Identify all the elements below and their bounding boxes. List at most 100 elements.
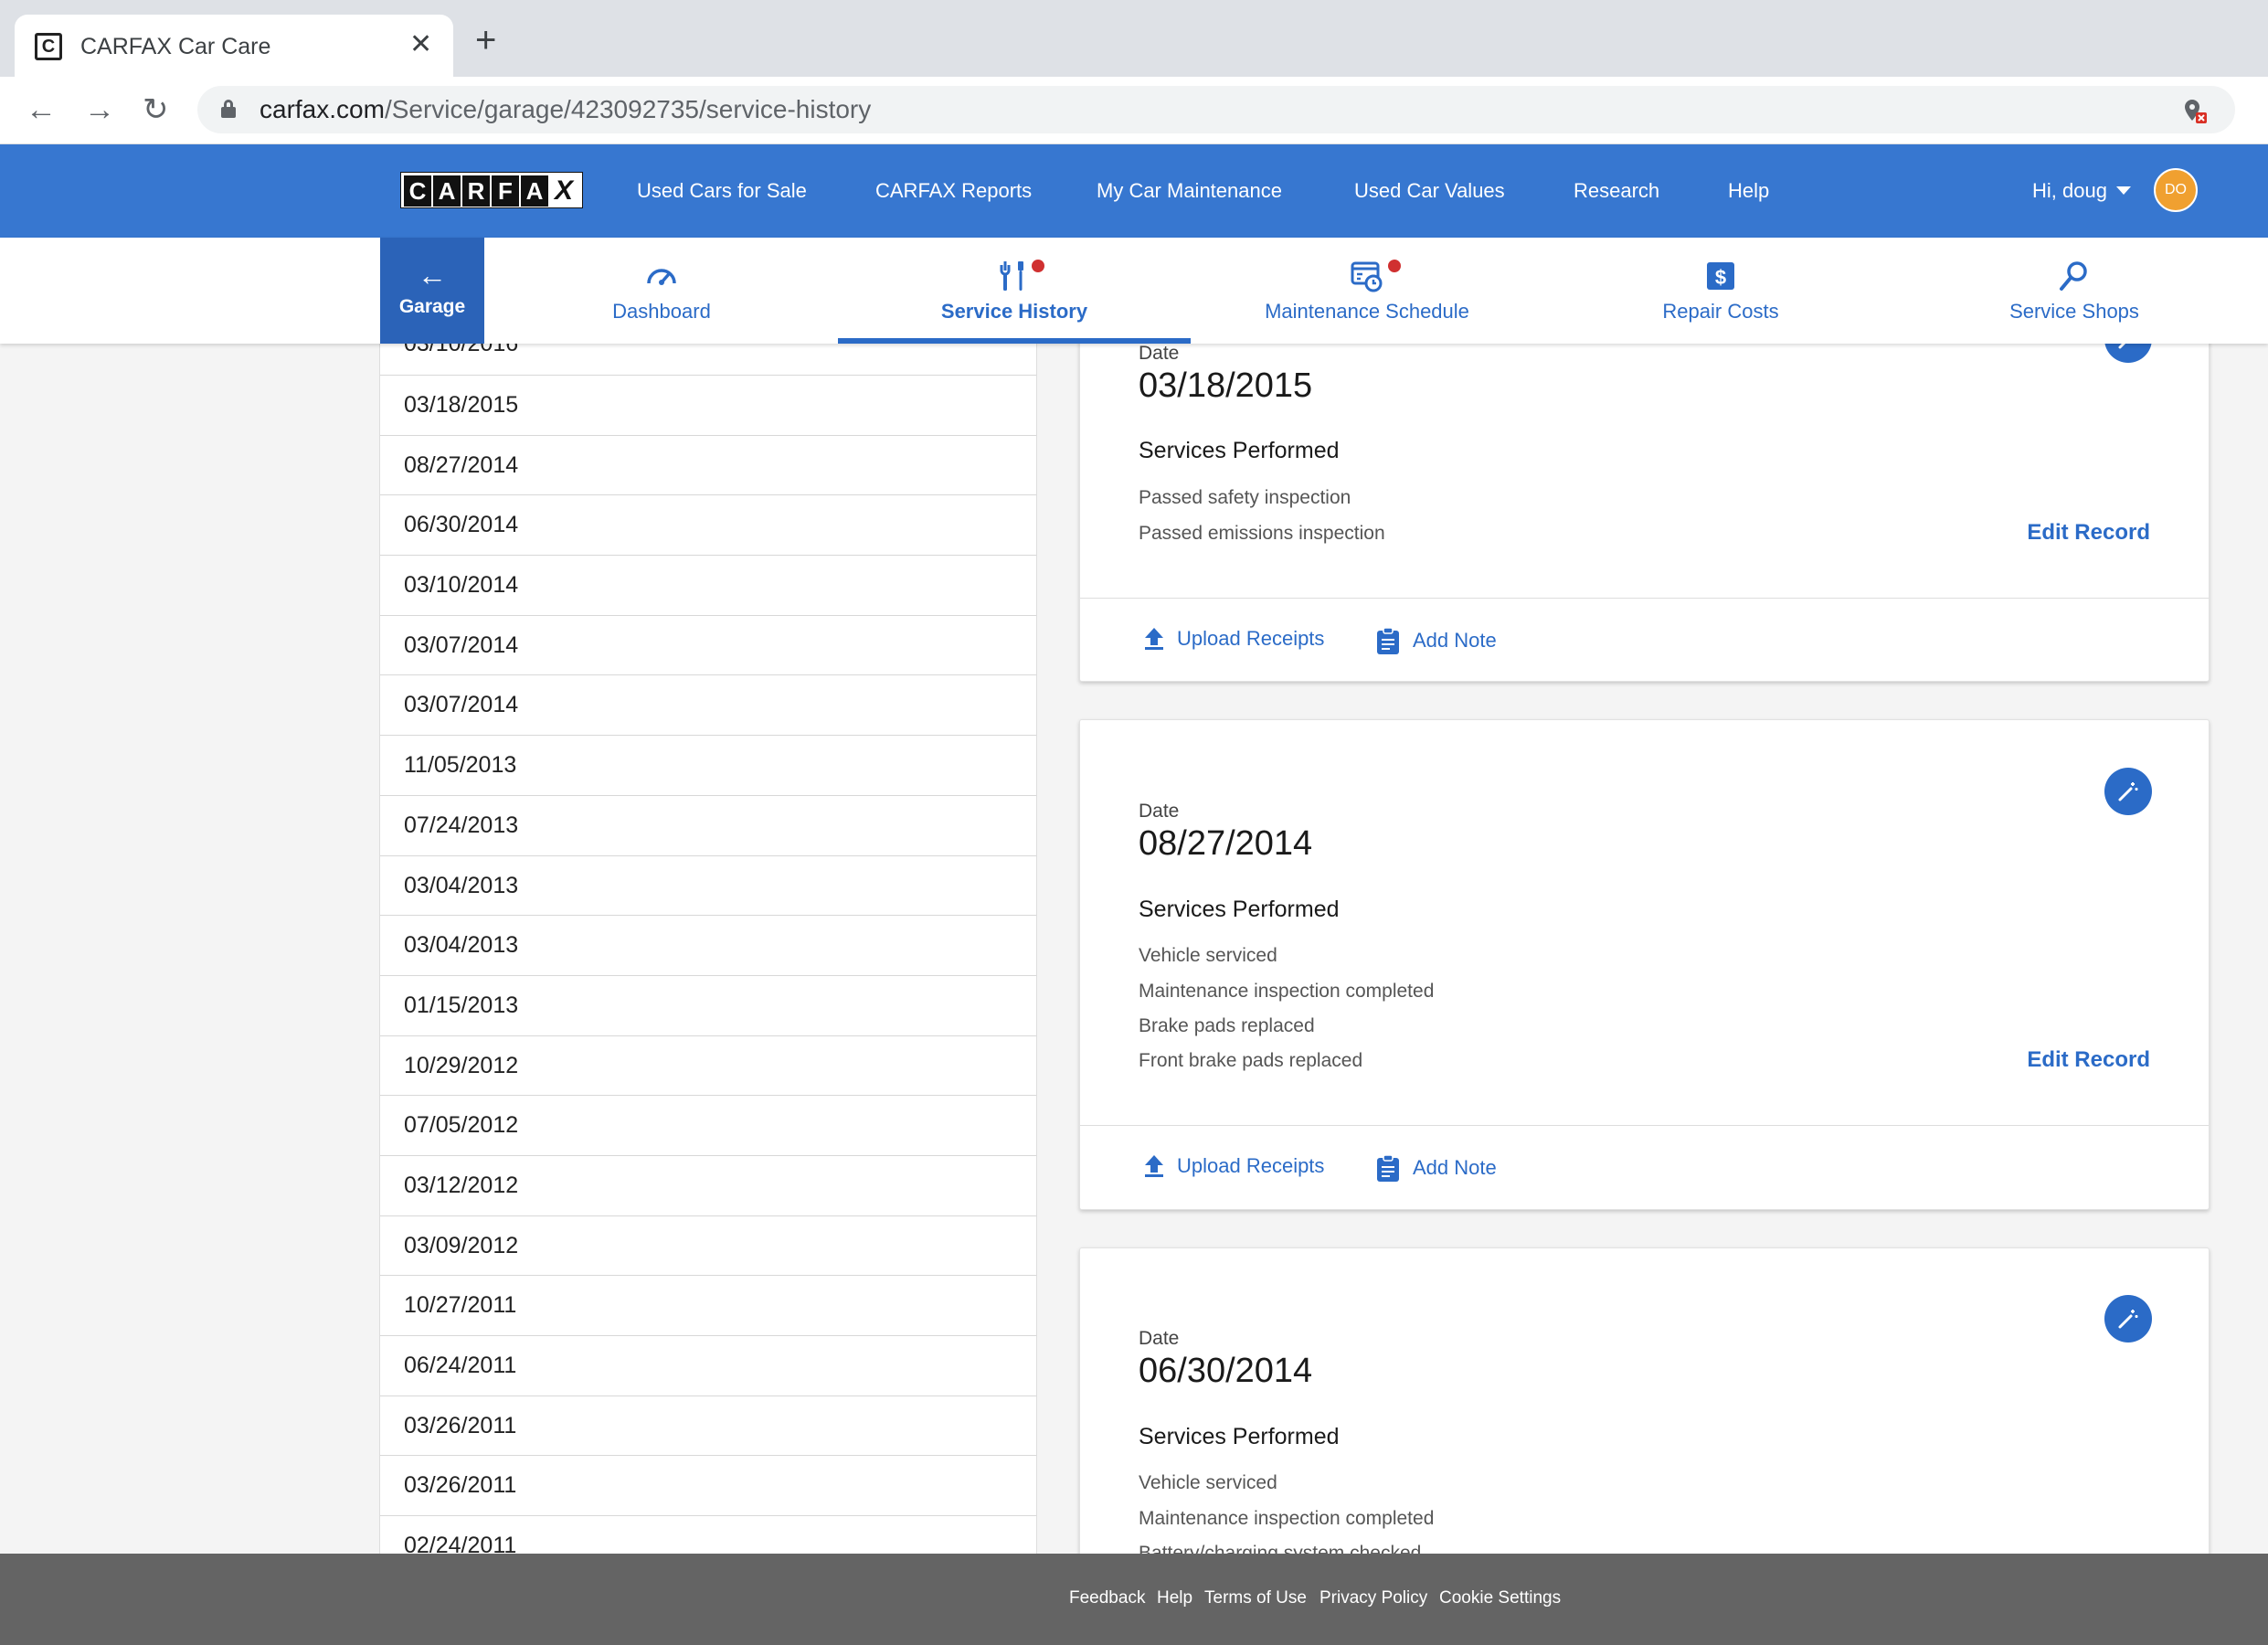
list-item[interactable]: 08/27/2014 <box>380 436 1036 496</box>
user-greeting[interactable]: Hi, doug <box>2032 177 2107 205</box>
clipboard-icon <box>1377 627 1399 654</box>
url-text[interactable]: carfax.com/Service/garage/423092735/serv… <box>260 94 871 125</box>
list-item[interactable]: 01/15/2013 <box>380 976 1036 1036</box>
tab-title: CARFAX Car Care <box>80 34 271 59</box>
tab-dashboard[interactable]: Dashboard <box>485 238 838 344</box>
dollar-icon: $ <box>1707 262 1734 290</box>
nav-carfax-reports[interactable]: CARFAX Reports <box>875 177 1032 205</box>
nav-research[interactable]: Research <box>1574 177 1659 205</box>
service-item: Maintenance inspection completed <box>1139 981 1435 1002</box>
schedule-icon <box>1351 261 1383 292</box>
tab-maintenance-schedule[interactable]: Maintenance Schedule <box>1191 238 1543 344</box>
browser-toolbar: ← → ↻ carfax.com/Service/garage/42309273… <box>0 77 2268 144</box>
footer-cookie-settings-link[interactable]: Cookie Settings <box>1439 1587 1561 1610</box>
upload-icon <box>1145 1155 1163 1177</box>
clipboard-icon <box>1377 1154 1399 1182</box>
service-record-card: Date 08/27/2014 Services Performed Vehic… <box>1079 719 2210 1210</box>
magic-wand-icon <box>2118 782 2138 801</box>
caret-down-icon[interactable] <box>2116 186 2131 195</box>
footer-privacy-link[interactable]: Privacy Policy <box>1319 1587 1427 1610</box>
service-item: Vehicle serviced <box>1139 945 1277 966</box>
carfax-logo[interactable]: CARFAX <box>400 172 583 208</box>
tab-service-shops[interactable]: Service Shops <box>1898 238 2251 344</box>
footer-terms-link[interactable]: Terms of Use <box>1204 1587 1307 1610</box>
upload-icon <box>1145 628 1163 650</box>
upload-receipts-button[interactable]: Upload Receipts <box>1142 1153 1324 1179</box>
service-item: Front brake pads replaced <box>1139 1050 1363 1071</box>
garage-subnav: ← Garage Dashboard Service History Maint… <box>0 238 2268 344</box>
list-item[interactable]: 07/24/2013 <box>380 796 1036 856</box>
footer-feedback-link[interactable]: Feedback <box>1069 1587 1145 1610</box>
location-blocked-icon[interactable] <box>2180 97 2208 124</box>
list-item[interactable]: 03/18/2015 <box>380 376 1036 436</box>
list-item[interactable]: 03/10/2014 <box>380 556 1036 616</box>
nav-help[interactable]: Help <box>1728 177 1769 205</box>
list-item[interactable]: 03/26/2011 <box>380 1396 1036 1457</box>
browser-tabstrip: C CARFAX Car Care ✕ + <box>0 0 2268 77</box>
date-label: Date <box>1139 801 1180 822</box>
magic-wand-icon <box>2118 1310 2138 1329</box>
edit-record-fab[interactable] <box>2104 1295 2152 1343</box>
list-item[interactable]: 03/09/2012 <box>380 1216 1036 1277</box>
service-item: Passed safety inspection <box>1139 487 1351 508</box>
service-record-card: Date 03/18/2015 Services Performed Passe… <box>1079 298 2210 682</box>
record-date: 08/27/2014 <box>1139 824 1313 863</box>
site-footer: Feedback Help Terms of Use Privacy Polic… <box>0 1554 2268 1645</box>
notification-dot <box>1032 260 1044 272</box>
list-item[interactable]: 03/04/2013 <box>380 856 1036 917</box>
list-item[interactable]: 06/30/2014 <box>380 495 1036 557</box>
lock-icon[interactable] <box>221 100 236 118</box>
back-icon[interactable]: ← <box>26 93 57 126</box>
browser-tab[interactable]: C CARFAX Car Care ✕ <box>15 15 453 77</box>
list-item[interactable]: 02/24/2011 <box>380 1516 1036 1554</box>
wrench-screwdriver-icon <box>1000 261 1023 291</box>
new-tab-icon[interactable]: + <box>475 22 496 58</box>
speedometer-icon <box>647 269 676 285</box>
service-item: Vehicle serviced <box>1139 1472 1277 1493</box>
service-item: Brake pads replaced <box>1139 1015 1315 1036</box>
list-item[interactable]: 03/04/2013 <box>380 916 1036 976</box>
list-item[interactable]: 10/29/2012 <box>380 1036 1036 1097</box>
edit-record-fab[interactable] <box>2104 768 2152 815</box>
list-item[interactable]: 03/26/2011 <box>380 1456 1036 1517</box>
list-item[interactable]: 06/24/2011 <box>380 1336 1036 1396</box>
divider <box>1080 598 2209 599</box>
nav-used-cars[interactable]: Used Cars for Sale <box>637 177 807 205</box>
service-date-list: 03/10/2016 03/18/2015 08/27/2014 06/30/2… <box>379 334 1037 1554</box>
tab-service-history[interactable]: Service History <box>838 238 1191 344</box>
list-item[interactable]: 03/07/2014 <box>380 675 1036 737</box>
avatar[interactable]: DO <box>2154 168 2198 212</box>
service-item: Maintenance inspection completed <box>1139 1508 1435 1529</box>
close-tab-icon[interactable]: ✕ <box>409 29 432 60</box>
forward-icon[interactable]: → <box>84 93 115 126</box>
list-item[interactable]: 10/27/2011 <box>380 1276 1036 1336</box>
search-icon <box>2060 261 2087 291</box>
list-item[interactable]: 07/05/2012 <box>380 1096 1036 1156</box>
record-date: 06/30/2014 <box>1139 1352 1313 1390</box>
garage-back-button[interactable]: ← Garage <box>380 238 484 344</box>
tab-repair-costs[interactable]: $ Repair Costs <box>1544 238 1897 344</box>
date-label: Date <box>1139 1328 1180 1349</box>
edit-record-link[interactable]: Edit Record <box>2027 1047 2150 1073</box>
arrow-left-icon: ← <box>418 259 447 292</box>
upload-receipts-button[interactable]: Upload Receipts <box>1142 626 1324 652</box>
notification-dot <box>1388 260 1401 272</box>
footer-help-link[interactable]: Help <box>1157 1587 1192 1610</box>
edit-record-link[interactable]: Edit Record <box>2027 520 2150 546</box>
services-performed-heading: Services Performed <box>1139 897 1340 922</box>
services-performed-heading: Services Performed <box>1139 1424 1340 1449</box>
services-performed-heading: Services Performed <box>1139 438 1340 463</box>
date-label: Date <box>1139 343 1180 364</box>
list-item[interactable]: 11/05/2013 <box>380 736 1036 796</box>
reload-icon[interactable]: ↻ <box>143 93 169 126</box>
address-bar[interactable]: carfax.com/Service/garage/423092735/serv… <box>197 86 2235 133</box>
add-note-button[interactable]: Add Note <box>1374 1153 1497 1183</box>
record-date: 03/18/2015 <box>1139 366 1313 405</box>
nav-used-car-values[interactable]: Used Car Values <box>1354 177 1505 205</box>
list-item[interactable]: 03/12/2012 <box>380 1156 1036 1216</box>
svg-text:$: $ <box>1715 266 1726 289</box>
list-item[interactable]: 03/07/2014 <box>380 616 1036 676</box>
add-note-button[interactable]: Add Note <box>1374 626 1497 655</box>
divider <box>1080 1125 2209 1126</box>
nav-my-car-maintenance[interactable]: My Car Maintenance <box>1097 177 1282 205</box>
